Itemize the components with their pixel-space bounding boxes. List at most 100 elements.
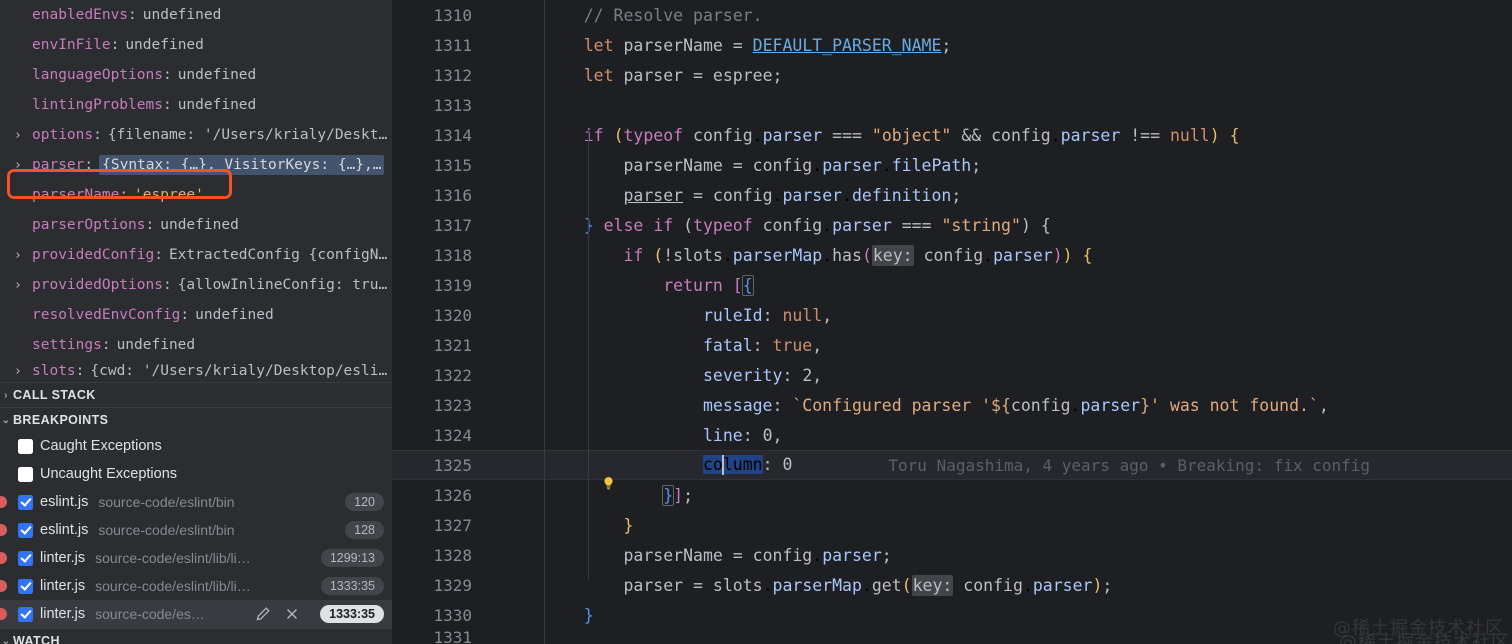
breakpoint-row[interactable]: eslint.js source-code/eslint/bin 128 — [0, 516, 392, 544]
gutter[interactable] — [488, 510, 544, 540]
checkbox-checked[interactable] — [18, 494, 33, 510]
line-number: 1314 — [433, 125, 472, 145]
gutter[interactable] — [488, 150, 544, 180]
breakpoint-row-hovered[interactable]: linter.js source-code/es… 1333:35 — [0, 600, 392, 628]
variable-name: lintingProblems — [32, 97, 163, 113]
code-line[interactable]: 1329 parser = slots.parserMap.get(key: c… — [392, 570, 1512, 600]
variable-colon: : — [84, 157, 94, 173]
variable-value: undefined — [177, 67, 257, 83]
code-line[interactable]: 1328 parserName = config.parser; — [392, 540, 1512, 570]
section-header-watch[interactable]: ⌄ WATCH — [0, 628, 392, 644]
chevron-down-icon[interactable]: ⌄ — [0, 415, 13, 426]
variable-row[interactable]: resolvedEnvConfig: undefined — [0, 300, 392, 330]
gutter[interactable] — [488, 60, 544, 90]
chevron-down-icon[interactable]: ⌄ — [0, 636, 13, 644]
gutter[interactable] — [488, 450, 613, 490]
code-line[interactable]: 1321 fatal: true, — [392, 330, 1512, 360]
expand-arrow-icon[interactable]: › — [14, 129, 30, 142]
gutter[interactable] — [488, 360, 544, 390]
checkbox-checked[interactable] — [18, 606, 33, 622]
variable-row[interactable]: enabledEnvs: undefined — [0, 0, 392, 30]
breakpoint-caught-exceptions[interactable]: Caught Exceptions — [0, 432, 392, 460]
gutter[interactable] — [488, 300, 544, 330]
gutter[interactable] — [488, 0, 544, 30]
code-line[interactable]: 1311 let parserName = DEFAULT_PARSER_NAM… — [392, 30, 1512, 60]
variable-row[interactable]: lintingProblems: undefined — [0, 90, 392, 120]
variable-row[interactable]: parserOptions: undefined — [0, 210, 392, 240]
code-line[interactable]: 1316 parser = config.parser.definition; — [392, 180, 1512, 210]
gutter[interactable] — [488, 480, 544, 510]
checkbox-checked[interactable] — [18, 578, 33, 594]
variable-row-parser[interactable]: › parser: {Syntax: {…}, VisitorKeys: {…}… — [0, 150, 392, 180]
code-line[interactable]: 1312 let parser = espree; — [392, 60, 1512, 90]
pencil-icon[interactable] — [255, 606, 271, 622]
code-line[interactable]: 1313 — [392, 90, 1512, 120]
gutter[interactable] — [488, 630, 544, 644]
checkbox-unchecked[interactable] — [18, 466, 33, 482]
gutter[interactable] — [488, 330, 544, 360]
gutter[interactable] — [488, 240, 544, 270]
expand-arrow-icon[interactable]: › — [14, 279, 30, 292]
lightbulb-icon[interactable] — [502, 457, 613, 490]
code-line-current[interactable]: 1325 column: 0 Toru Nagashima, 4 years a… — [392, 450, 1512, 490]
code-line[interactable]: 1324 line: 0, — [392, 420, 1512, 450]
code-line[interactable]: 1327 } — [392, 510, 1512, 540]
expand-arrow-icon[interactable]: › — [14, 249, 30, 262]
gutter[interactable] — [488, 390, 544, 420]
code-line[interactable]: 1318 if (!slots.parserMap.has(key: confi… — [392, 240, 1512, 270]
variable-name: envInFile — [32, 37, 111, 53]
code-line[interactable]: 1310 // Resolve parser. — [392, 0, 1512, 30]
code-text: let parser = espree; — [583, 65, 783, 85]
section-header-breakpoints[interactable]: ⌄ BREAKPOINTS — [0, 407, 392, 432]
code-editor[interactable]: 1310 // Resolve parser. 1311 let parserN… — [392, 0, 1512, 644]
code-line[interactable]: 1320 ruleId: null, — [392, 300, 1512, 330]
variable-row-slots[interactable]: › slots: {cwd: '/Users/krialy/Desktop/es… — [0, 360, 392, 382]
breakpoint-row[interactable]: eslint.js source-code/eslint/bin 120 — [0, 488, 392, 516]
code-line[interactable]: 1326 }]; — [392, 480, 1512, 510]
breakpoint-row[interactable]: linter.js source-code/eslint/lib/li… 133… — [0, 572, 392, 600]
variable-name: slots — [32, 363, 76, 379]
variable-row-providedconfig[interactable]: › providedConfig: ExtractedConfig {confi… — [0, 240, 392, 270]
variable-row[interactable]: languageOptions: undefined — [0, 60, 392, 90]
gutter[interactable] — [488, 30, 544, 60]
gutter[interactable] — [488, 120, 544, 150]
breakpoint-row[interactable]: linter.js source-code/eslint/lib/li… 129… — [0, 544, 392, 572]
expand-arrow-icon[interactable]: › — [14, 365, 30, 378]
variable-row[interactable]: settings: undefined — [0, 330, 392, 360]
breakpoint-uncaught-exceptions[interactable]: Uncaught Exceptions — [0, 460, 392, 488]
code-line[interactable]: 1331 — [392, 630, 1512, 644]
code-line[interactable]: 1314 if (typeof config.parser === "objec… — [392, 120, 1512, 150]
close-icon[interactable] — [284, 606, 300, 622]
expand-arrow-icon[interactable]: › — [14, 159, 30, 172]
checkbox-checked[interactable] — [18, 522, 33, 538]
breakpoint-dot-icon — [0, 608, 7, 620]
gutter[interactable] — [488, 210, 544, 240]
code-line[interactable]: 1322 severity: 2, — [392, 360, 1512, 390]
gutter[interactable] — [488, 180, 544, 210]
code-line[interactable]: 1323 message: `Configured parser '${conf… — [392, 390, 1512, 420]
variables-list[interactable]: enabledEnvs: undefined envInFile: undefi… — [0, 0, 392, 382]
breakpoint-path: source-code/es… — [95, 606, 205, 622]
code-line[interactable]: 1315 parserName = config.parser.filePath… — [392, 150, 1512, 180]
gutter[interactable] — [488, 600, 544, 630]
code-line[interactable]: 1319 return [{ — [392, 270, 1512, 300]
checkbox-unchecked[interactable] — [18, 438, 33, 454]
gutter[interactable] — [488, 570, 544, 600]
gutter[interactable] — [488, 90, 544, 120]
section-header-call-stack[interactable]: › CALL STACK — [0, 382, 392, 407]
code-line[interactable]: 1317 } else if (typeof config.parser ===… — [392, 210, 1512, 240]
code-text: message: `Configured parser '${config.pa… — [702, 395, 1329, 415]
variable-row-options[interactable]: › options: {filename: '/Users/krialy/Des… — [0, 120, 392, 150]
breakpoint-dot-icon — [0, 580, 7, 592]
variable-row[interactable]: envInFile: undefined — [0, 30, 392, 60]
variable-colon: : — [93, 127, 102, 143]
debug-sidebar: enabledEnvs: undefined envInFile: undefi… — [0, 0, 392, 644]
chevron-right-icon[interactable]: › — [0, 390, 13, 401]
code-line[interactable]: 1330 } — [392, 600, 1512, 630]
gutter[interactable] — [488, 540, 544, 570]
variable-row-parsername[interactable]: parserName: 'espree' — [0, 180, 392, 210]
gutter[interactable] — [488, 420, 544, 450]
gutter[interactable] — [488, 270, 544, 300]
checkbox-checked[interactable] — [18, 550, 33, 566]
variable-row-providedoptions[interactable]: › providedOptions: {allowInlineConfig: t… — [0, 270, 392, 300]
